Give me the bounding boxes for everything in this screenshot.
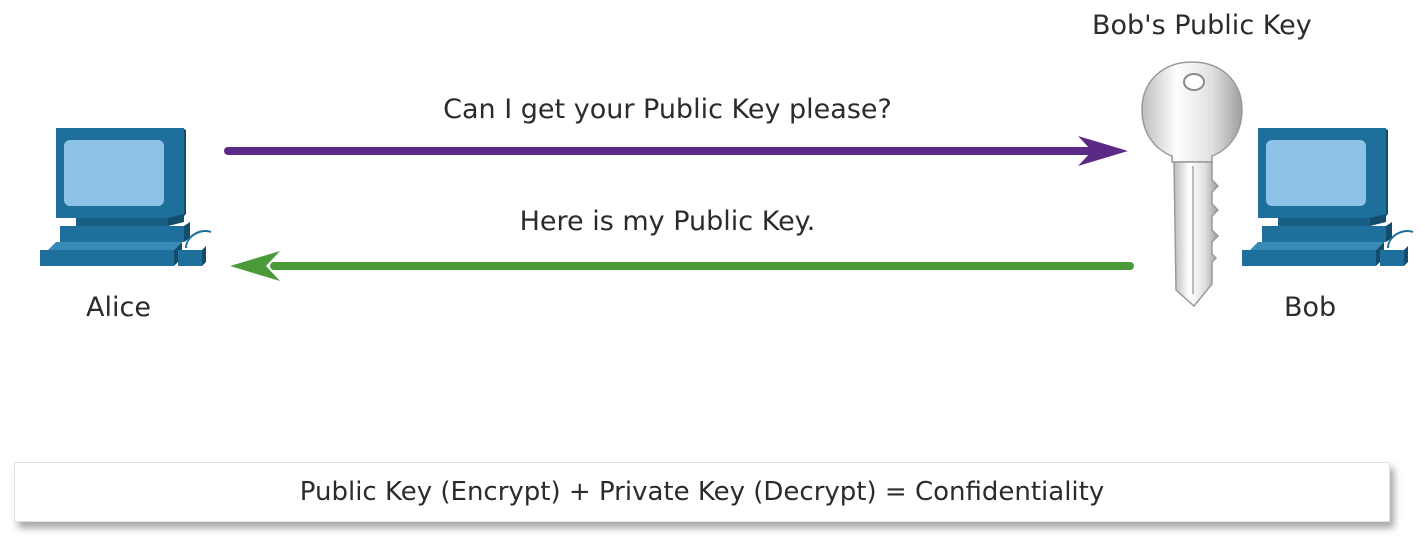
- alice-label: Alice: [86, 292, 151, 323]
- bob-computer-icon: [1238, 126, 1416, 276]
- response-arrow: [226, 250, 1141, 282]
- request-arrow: [220, 136, 1135, 168]
- response-message-text: Here is my Public Key.: [519, 206, 816, 237]
- key-icon: [1138, 58, 1246, 318]
- bob-label: Bob: [1284, 292, 1337, 323]
- formula-text: Public Key (Encrypt) + Private Key (Decr…: [299, 477, 1105, 507]
- alice-computer-icon: [36, 126, 214, 276]
- key-label: Bob's Public Key: [1092, 10, 1312, 41]
- formula-box: Public Key (Encrypt) + Private Key (Decr…: [14, 462, 1390, 522]
- request-message-text: Can I get your Public Key please?: [443, 94, 892, 125]
